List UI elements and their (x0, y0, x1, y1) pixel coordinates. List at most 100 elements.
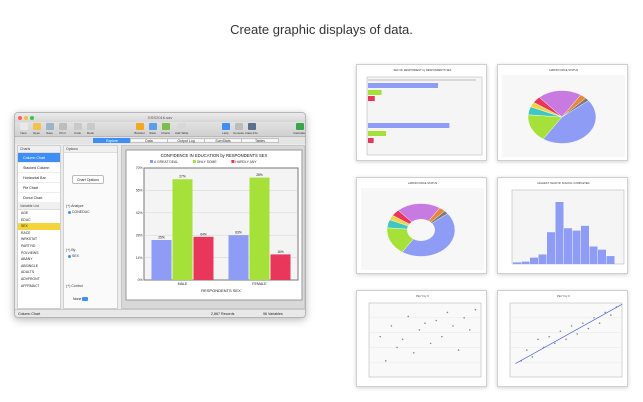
chart-type-item[interactable]: Column Chart (18, 153, 60, 163)
control-select[interactable]: None (73, 297, 89, 302)
bar-data-label: 63% (235, 231, 242, 235)
scatter-point (441, 335, 443, 338)
scatter-point (379, 335, 381, 338)
histogram-bar (581, 225, 589, 264)
variable-item[interactable]: PARTYID (18, 243, 60, 250)
variable-item[interactable]: ABANY (18, 256, 60, 263)
control-section[interactable]: (+) Control (66, 284, 83, 288)
toolbar-button-charts[interactable]: Charts (159, 123, 172, 135)
scatter-point (407, 315, 409, 318)
status-bar: Column Chart 2,867 Records 96 Variables (15, 309, 305, 317)
histogram-bar (598, 249, 606, 264)
scatter-point (582, 322, 584, 324)
scatter-point (576, 333, 578, 335)
toolbar-button-label: Charts (161, 131, 170, 135)
toolbar-button-open[interactable]: Open (30, 123, 43, 135)
toolbar-button-redo[interactable]: Redo (84, 123, 97, 135)
chevron-down-icon (82, 297, 89, 302)
x-axis-title: RESPONDENTS SEX (201, 288, 241, 293)
scatter-point (559, 330, 562, 333)
scatter-point (565, 338, 567, 341)
toolbar-button-label: New (20, 131, 27, 135)
toolbar-button-stats[interactable]: Stats (146, 123, 159, 135)
tab-data[interactable]: Data (130, 138, 168, 143)
legend-label: HARDLY ANY (235, 160, 257, 164)
scatter-point (463, 317, 465, 319)
by-variable[interactable]: SEX (68, 254, 79, 258)
histogram-bar (530, 257, 538, 264)
scatter-point (531, 356, 534, 358)
toolbar-button-save[interactable]: Save (43, 123, 56, 135)
toolbar-button-calculate[interactable]: Calculate (293, 123, 305, 135)
scatter-point (457, 349, 460, 351)
bar-data-label: 28% (256, 173, 263, 177)
scatter-point (424, 322, 426, 324)
bar-hardly-any (193, 236, 214, 280)
chart-options-button[interactable]: Chart Options (72, 175, 104, 184)
toolbar-button-label: Data Info (245, 131, 258, 135)
variable-item[interactable]: AFFRMACT (18, 283, 60, 290)
hbar (368, 96, 375, 101)
donut-hole (407, 219, 435, 241)
scatter-point (385, 360, 387, 362)
toolbar-button-undo[interactable]: Undo (71, 123, 84, 135)
bar-data-label: 27% (179, 175, 186, 179)
toolbar-button-data-info[interactable]: Data Info (245, 123, 258, 135)
hbar (368, 138, 374, 143)
toolbar-button-add-table[interactable]: Add Table (175, 123, 188, 135)
bar-data-label: 25% (158, 236, 165, 240)
scatter-point (390, 325, 393, 327)
scatter-point (429, 342, 432, 345)
scatter-point (396, 346, 398, 349)
toolbar-button-print[interactable]: Print (56, 123, 69, 135)
legend-swatch (150, 160, 153, 163)
page: Create graphic displays of data. GSS2016… (0, 0, 643, 402)
tab-tables[interactable]: Tables (241, 138, 279, 143)
window-title: GSS2016.sav (147, 115, 173, 120)
redo-icon (86, 123, 95, 130)
scatter-point (526, 349, 528, 351)
tab-output-log[interactable]: Output Log (167, 138, 205, 143)
toolbar-button-label: Save (46, 131, 53, 135)
toolbar-button-label: Help (222, 131, 229, 135)
variable-item[interactable]: SEX (18, 223, 60, 230)
y-tick-label: 42% (136, 211, 143, 215)
variable-item[interactable]: ADULTS (18, 269, 60, 276)
histogram-bar (572, 230, 581, 264)
by-section[interactable]: (+) By (66, 248, 75, 252)
variable-item[interactable]: WRKSTAT (18, 236, 60, 243)
toolbar-button-label: Redo (86, 131, 95, 135)
variable-item[interactable]: ABSINGLE (18, 263, 60, 270)
variable-item[interactable]: AGE (18, 210, 60, 217)
plot-area (366, 76, 483, 156)
toolbar-button-console[interactable]: Console (232, 123, 245, 135)
app-window: GSS2016.sav New Open Save Print Undo Redo Brac… (14, 112, 306, 318)
variable-item[interactable]: ADVFRONT (18, 276, 60, 283)
chart-type-item[interactable]: Horizontal Bar (18, 173, 60, 183)
toolbar-button-label: Add Table (175, 131, 189, 135)
tab-sumstats[interactable]: SumStats (204, 138, 242, 143)
scatter-point (593, 317, 595, 319)
chart-type-item[interactable]: Stacked Column (18, 163, 60, 173)
charts-heading: Charts (18, 146, 60, 153)
variable-item[interactable]: RACE (18, 230, 60, 237)
toolbar-button-help[interactable]: Help (219, 123, 232, 135)
add-table-icon (177, 123, 186, 130)
legend-label: ONLY SOME (197, 160, 218, 164)
variable-item[interactable]: POLVIEWS (18, 250, 60, 257)
options-panel: Options Chart Options (+) Analyze CONEDU… (63, 145, 118, 309)
tab-explore[interactable]: Explore (93, 138, 131, 143)
analyze-variable[interactable]: CONEDUC (68, 210, 90, 214)
toolbar-button-bracket[interactable]: Bracket (133, 123, 146, 135)
chart-type-list: Column Chart Stacked Column Horizontal Bar… (18, 153, 60, 203)
analyze-section[interactable]: (+) Analyze (66, 204, 84, 208)
histogram-bar (538, 254, 547, 264)
chart-type-item[interactable]: Donut Chart (18, 193, 60, 203)
chart-type-item[interactable]: Pie Chart (18, 183, 60, 193)
variable-item[interactable]: EDUC (18, 217, 60, 224)
y-tick-label: 14% (136, 256, 143, 260)
column-chart: CONFIDENCE IN EDUCATION by RESPONDENTS S… (125, 149, 303, 301)
charts-icon (161, 123, 170, 130)
window-titlebar: GSS2016.sav (15, 113, 305, 122)
toolbar-button-new[interactable]: New (17, 123, 30, 135)
